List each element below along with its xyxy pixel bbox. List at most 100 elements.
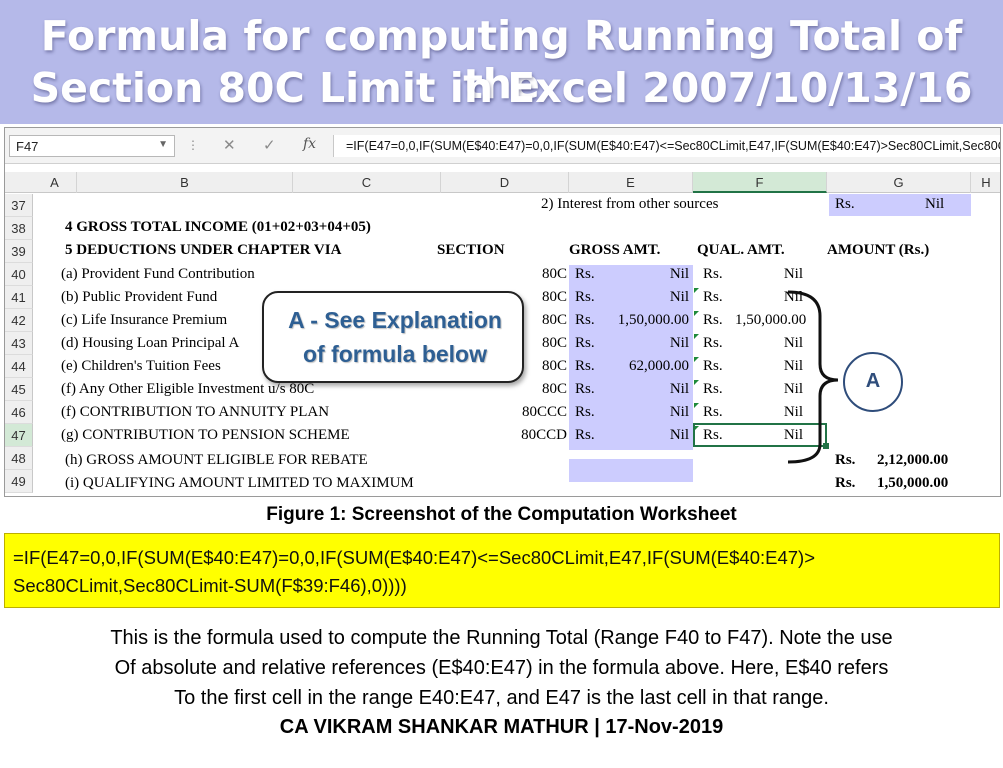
item-f-rs[interactable]: Rs. [703, 381, 723, 398]
marker-a: A [843, 352, 903, 412]
item-sec[interactable]: 80CCC [441, 404, 567, 421]
cell-b49[interactable]: (i) QUALIFYING AMOUNT LIMITED TO MAXIMUM [65, 475, 414, 492]
item-e-rs[interactable]: Rs. [575, 335, 595, 352]
item-e-rs[interactable]: Rs. [575, 427, 595, 444]
cell-b39[interactable]: 5 DEDUCTIONS UNDER CHAPTER VIA [65, 242, 341, 259]
formula-line-1: =IF(E47=0,0,IF(SUM(E$40:E47)=0,0,IF(SUM(… [13, 547, 816, 568]
item-e-rs[interactable]: Rs. [575, 312, 595, 329]
item-desc[interactable]: (e) Children's Tuition Fees [61, 358, 221, 375]
error-indicator-icon [694, 380, 699, 385]
title-banner: Formula for computing Running Total of t… [0, 0, 1003, 124]
callout-line-1: A - See Explanation [288, 307, 502, 333]
row-header-47[interactable]: 47 [5, 424, 33, 447]
cell-b48[interactable]: (h) GROSS AMOUNT ELIGIBLE FOR REBATE [65, 452, 368, 469]
item-e-rs[interactable]: Rs. [575, 289, 595, 306]
column-header-f[interactable]: F [693, 172, 827, 193]
row-header-38[interactable]: 38 [5, 217, 33, 240]
item-e-rs[interactable]: Rs. [575, 381, 595, 398]
error-indicator-icon [694, 357, 699, 362]
cancel-icon[interactable]: ✕ [223, 136, 236, 154]
row-header-45[interactable]: 45 [5, 378, 33, 401]
item-e-val[interactable]: Nil [605, 335, 689, 352]
figure-caption: Figure 1: Screenshot of the Computation … [266, 504, 737, 525]
item-sec[interactable]: 80CCD [441, 427, 567, 444]
item-e-rs[interactable]: Rs. [575, 404, 595, 421]
cell-e37[interactable]: 2) Interest from other sources [541, 196, 718, 213]
item-desc[interactable]: (a) Provident Fund Contribution [61, 266, 255, 283]
column-header-d[interactable]: D [441, 172, 569, 193]
formula-box: =IF(E47=0,0,IF(SUM(E$40:E47)=0,0,IF(SUM(… [4, 533, 1000, 608]
item-f-rs[interactable]: Rs. [703, 266, 723, 283]
column-header-e[interactable]: E [569, 172, 693, 193]
column-header-b[interactable]: B [77, 172, 293, 193]
error-indicator-icon [694, 403, 699, 408]
gross-amount-shading [569, 459, 693, 482]
row-header-41[interactable]: 41 [5, 286, 33, 309]
cell-g49-value[interactable]: 1,50,000.00 [877, 475, 948, 492]
item-desc[interactable]: (c) Life Insurance Premium [61, 312, 227, 329]
item-f-rs[interactable]: Rs. [703, 358, 723, 375]
cell-e39[interactable]: GROSS AMT. [569, 242, 660, 259]
formula-input[interactable]: =IF(E47=0,0,IF(SUM(E$40:E47)=0,0,IF(SUM(… [333, 135, 1000, 157]
cell-g48-value[interactable]: 2,12,000.00 [877, 452, 948, 469]
row-header-42[interactable]: 42 [5, 309, 33, 332]
item-f-rs[interactable]: Rs. [703, 335, 723, 352]
explanation-line-3: To the first cell in the range E40:E47, … [174, 687, 829, 709]
callout-line-2: of formula below [303, 341, 487, 367]
formula-bar: F47 ▼ ⋮ ✕ ✓ fx =IF(E47=0,0,IF(SUM(E$40:E4… [5, 128, 1000, 164]
row-header-46[interactable]: 46 [5, 401, 33, 424]
title-line-2: Section 80C Limit in Excel 2007/10/13/16 [30, 64, 973, 112]
item-desc[interactable]: (b) Public Provident Fund [61, 289, 217, 306]
error-indicator-icon [694, 288, 699, 293]
error-indicator-icon [694, 334, 699, 339]
column-header-h[interactable]: H [971, 172, 1000, 193]
item-e-val[interactable]: Nil [605, 427, 689, 444]
row-header-40[interactable]: 40 [5, 263, 33, 286]
cell-g39[interactable]: AMOUNT (Rs.) [827, 242, 929, 259]
column-headers: ABCDEFGH [5, 172, 1000, 193]
cell-g37-value[interactable]: Nil [925, 196, 944, 213]
item-f-val[interactable]: Nil [735, 266, 803, 283]
column-header-g[interactable]: G [827, 172, 971, 193]
error-indicator-icon [694, 311, 699, 316]
item-f-rs[interactable]: Rs. [703, 404, 723, 421]
item-desc[interactable]: (f) CONTRIBUTION TO ANNUITY PLAN [61, 404, 329, 421]
name-box[interactable]: F47 ▼ [9, 135, 175, 157]
enter-icon[interactable]: ✓ [263, 136, 276, 154]
cell-d39[interactable]: SECTION [437, 242, 505, 259]
cell-b38[interactable]: 4 GROSS TOTAL INCOME (01+02+03+04+05) [65, 219, 371, 236]
item-f-rs[interactable]: Rs. [703, 312, 723, 329]
item-e-val[interactable]: Nil [605, 266, 689, 283]
row-header-43[interactable]: 43 [5, 332, 33, 355]
row-header-37[interactable]: 37 [5, 194, 33, 217]
cell-g37-rs[interactable]: Rs. [835, 196, 855, 213]
item-sec[interactable]: 80C [441, 381, 567, 398]
column-header-c[interactable]: C [293, 172, 441, 193]
chevron-down-icon[interactable]: ▼ [158, 139, 168, 150]
item-e-val[interactable]: Nil [605, 381, 689, 398]
item-desc[interactable]: (d) Housing Loan Principal A [61, 335, 239, 352]
insert-function-icon[interactable]: fx [303, 136, 316, 152]
explanation-line-2: Of absolute and relative references (E$4… [114, 657, 889, 679]
item-e-rs[interactable]: Rs. [575, 266, 595, 283]
item-e-val[interactable]: Nil [605, 404, 689, 421]
item-e-val[interactable]: 62,000.00 [605, 358, 689, 375]
row-header-44[interactable]: 44 [5, 355, 33, 378]
column-header-a[interactable]: A [33, 172, 77, 193]
cell-g49-rs[interactable]: Rs. [835, 475, 855, 492]
name-box-value: F47 [16, 139, 39, 154]
row-header-39[interactable]: 39 [5, 240, 33, 263]
explanation-line-1: This is the formula used to compute the … [110, 627, 893, 649]
item-e-rs[interactable]: Rs. [575, 358, 595, 375]
cell-f39[interactable]: QUAL. AMT. [697, 242, 785, 259]
item-e-val[interactable]: 1,50,000.00 [605, 312, 689, 329]
row-header-49[interactable]: 49 [5, 470, 33, 493]
item-desc[interactable]: (f) Any Other Eligible Investment u/s 80… [61, 381, 314, 398]
row-header-48[interactable]: 48 [5, 447, 33, 470]
item-e-val[interactable]: Nil [605, 289, 689, 306]
item-sec[interactable]: 80C [441, 266, 567, 283]
item-desc[interactable]: (g) CONTRIBUTION TO PENSION SCHEME [61, 427, 350, 444]
item-f-rs[interactable]: Rs. [703, 289, 723, 306]
formula-line-2: Sec80CLimit,Sec80CLimit-SUM(F$39:F46),0)… [13, 575, 407, 596]
excel-worksheet: F47 ▼ ⋮ ✕ ✓ fx =IF(E47=0,0,IF(SUM(E$40:E4… [4, 127, 1001, 497]
